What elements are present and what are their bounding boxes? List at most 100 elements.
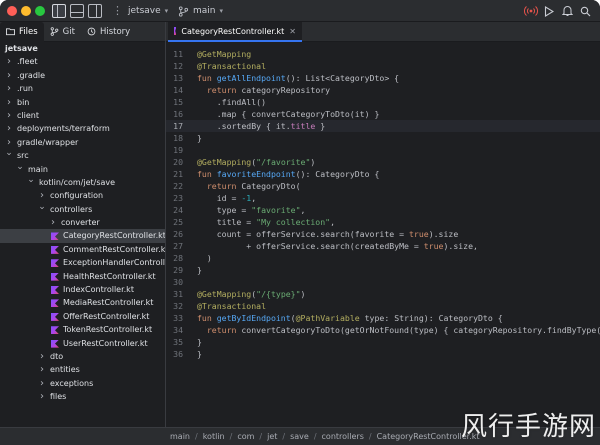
editor-tab-active[interactable]: CategoryRestController.kt ✕ (168, 22, 302, 42)
code-line[interactable]: 33 fun getByIdEndpoint(@PathVariable type… (166, 312, 600, 324)
code-line[interactable]: 15 .findAll() (166, 96, 600, 108)
tree-file-item[interactable]: HealthRestController.kt (0, 270, 165, 283)
code-line[interactable]: 30 (166, 276, 600, 288)
code-line[interactable]: 31 @GetMapping("/{type}") (166, 288, 600, 300)
code-line[interactable]: 20 @GetMapping("/favorite") (166, 156, 600, 168)
tree-folder-item[interactable]: › bin (0, 96, 165, 109)
tree-file-item[interactable]: OfferRestController.kt (0, 310, 165, 323)
code-text: count = offerService.search(favorite = t… (197, 228, 459, 240)
line-number: 17 (173, 121, 183, 131)
run-button[interactable] (544, 3, 554, 19)
tree-root[interactable]: jetsave (0, 42, 165, 55)
tree-folder-item[interactable]: › client (0, 109, 165, 122)
chevron-down-icon[interactable]: ⌄ (27, 174, 35, 187)
chevron-right-icon[interactable]: › (5, 55, 13, 68)
code-line[interactable]: 11 @GetMapping (166, 48, 600, 60)
breadcrumb-item[interactable]: jet (267, 432, 277, 441)
close-window-button[interactable] (7, 6, 17, 16)
tree-folder-item[interactable]: › configuration (0, 189, 165, 202)
chevron-right-icon[interactable]: › (38, 350, 46, 363)
code-line[interactable]: 17 .sortedBy { it.title } (166, 120, 600, 132)
chevron-right-icon[interactable]: › (38, 363, 46, 376)
tree-folder-item[interactable]: › .gradle (0, 69, 165, 82)
tree-folder-item[interactable]: ⌄ controllers (0, 201, 165, 216)
breadcrumb-item[interactable]: kotlin (203, 432, 225, 441)
branch-selector[interactable]: main ▾ (178, 3, 223, 19)
tree-file-item[interactable]: UserRestController.kt (0, 337, 165, 350)
code-line[interactable]: 36} (166, 348, 600, 360)
code-line[interactable]: 26 count = offerService.search(favorite … (166, 228, 600, 240)
tab-files[interactable]: Files (0, 21, 44, 42)
breadcrumb-item[interactable]: com (237, 432, 254, 441)
tree-folder-item[interactable]: ⌄ kotlin/com/jet/save (0, 174, 165, 189)
tree-folder-item[interactable]: › exceptions (0, 377, 165, 390)
tree-folder-item[interactable]: ⌄ main (0, 161, 165, 176)
tree-folder-item[interactable]: › files (0, 390, 165, 403)
workspace-menu-button[interactable]: ⋮ jetsave ▾ (112, 3, 168, 19)
chevron-right-icon[interactable]: › (5, 96, 13, 109)
tree-folder-item[interactable]: › deployments/terraform (0, 122, 165, 135)
run-config-button[interactable] (524, 3, 538, 19)
tree-file-item[interactable]: CommentRestController.kt (0, 243, 165, 256)
code-line[interactable]: 14 return categoryRepository (166, 84, 600, 96)
ide-window: ⋮ jetsave ▾ main ▾ Files Git History jet… (0, 0, 600, 445)
toggle-bottom-panel-button[interactable] (70, 3, 84, 19)
tree-file-item[interactable]: IndexController.kt (0, 283, 165, 296)
code-text: return CategoryDto( (197, 180, 301, 192)
chevron-down-icon[interactable]: ⌄ (5, 147, 13, 160)
code-line[interactable]: 28 ) (166, 252, 600, 264)
tree-folder-item[interactable]: › converter (0, 216, 165, 229)
code-line[interactable]: 19 (166, 144, 600, 156)
code-token: return (206, 325, 242, 335)
tree-folder-item[interactable]: › entities (0, 363, 165, 376)
chevron-right-icon[interactable]: › (38, 390, 46, 403)
chevron-right-icon[interactable]: › (5, 69, 13, 82)
maximize-window-button[interactable] (35, 6, 45, 16)
code-line[interactable]: 22 return CategoryDto( (166, 180, 600, 192)
search-button[interactable] (580, 3, 591, 19)
tree-folder-item[interactable]: › .fleet (0, 55, 165, 68)
close-tab-icon[interactable]: ✕ (289, 27, 296, 36)
tree-folder-item[interactable]: › .run (0, 82, 165, 95)
breadcrumb-item[interactable]: main (170, 432, 190, 441)
chevron-down-icon[interactable]: ⌄ (38, 201, 46, 214)
tree-file-item[interactable]: ExceptionHandlerController.kt (0, 256, 165, 269)
code-line[interactable]: 35} (166, 336, 600, 348)
tab-git[interactable]: Git (44, 22, 81, 42)
code-line[interactable]: 18} (166, 132, 600, 144)
code-line[interactable]: 23 id = -1, (166, 192, 600, 204)
code-line[interactable]: 13 fun getAllEndpoint(): List<CategoryDto… (166, 72, 600, 84)
toggle-left-panel-button[interactable] (52, 3, 66, 19)
code-line[interactable]: 25 title = "My collection", (166, 216, 600, 228)
chevron-right-icon[interactable]: › (5, 82, 13, 95)
code-line[interactable]: 34 return convertCategoryToDto(getOrNotF… (166, 324, 600, 336)
tree-file-item[interactable]: MediaRestController.kt (0, 296, 165, 309)
toggle-right-panel-button[interactable] (88, 3, 102, 19)
tab-history[interactable]: History (81, 22, 136, 42)
chevron-right-icon[interactable]: › (5, 109, 13, 122)
code-line[interactable]: 16 .map { convertCategoryToDto(it) } (166, 108, 600, 120)
tree-file-item[interactable]: CategoryRestController.kt (0, 229, 165, 243)
chevron-down-icon[interactable]: ⌄ (16, 161, 24, 174)
code-line[interactable]: 12 @Transactional (166, 60, 600, 72)
chevron-right-icon[interactable]: › (38, 377, 46, 390)
breadcrumb-item[interactable]: save (290, 432, 309, 441)
code-line[interactable]: 21 fun favoriteEndpoint(): CategoryDto { (166, 168, 600, 180)
chevron-right-icon[interactable]: › (49, 216, 57, 229)
tree-file-item[interactable]: TokenRestController.kt (0, 323, 165, 336)
tree-folder-item[interactable]: › dto (0, 350, 165, 363)
code-line[interactable]: 29} (166, 264, 600, 276)
breadcrumb-item[interactable]: controllers (322, 432, 364, 441)
tree-folder-item[interactable]: › gradle/wrapper (0, 136, 165, 149)
tree-folder-item[interactable]: ⌄ src (0, 147, 165, 162)
code-line[interactable]: 27 + offerService.search(createdByMe = t… (166, 240, 600, 252)
tree-folder-item[interactable]: › preload (0, 404, 165, 406)
code-editor[interactable]: 11 @GetMapping 12 @Transactional 13 fun getAl… (166, 42, 600, 427)
chevron-right-icon[interactable]: › (38, 404, 46, 406)
code-line[interactable]: 24 type = "favorite", (166, 204, 600, 216)
code-line[interactable]: 32 @Transactional (166, 300, 600, 312)
minimize-window-button[interactable] (21, 6, 31, 16)
notifications-button[interactable] (562, 3, 573, 19)
tree-item-label: exceptions (50, 378, 94, 388)
chevron-right-icon[interactable]: › (5, 122, 13, 135)
